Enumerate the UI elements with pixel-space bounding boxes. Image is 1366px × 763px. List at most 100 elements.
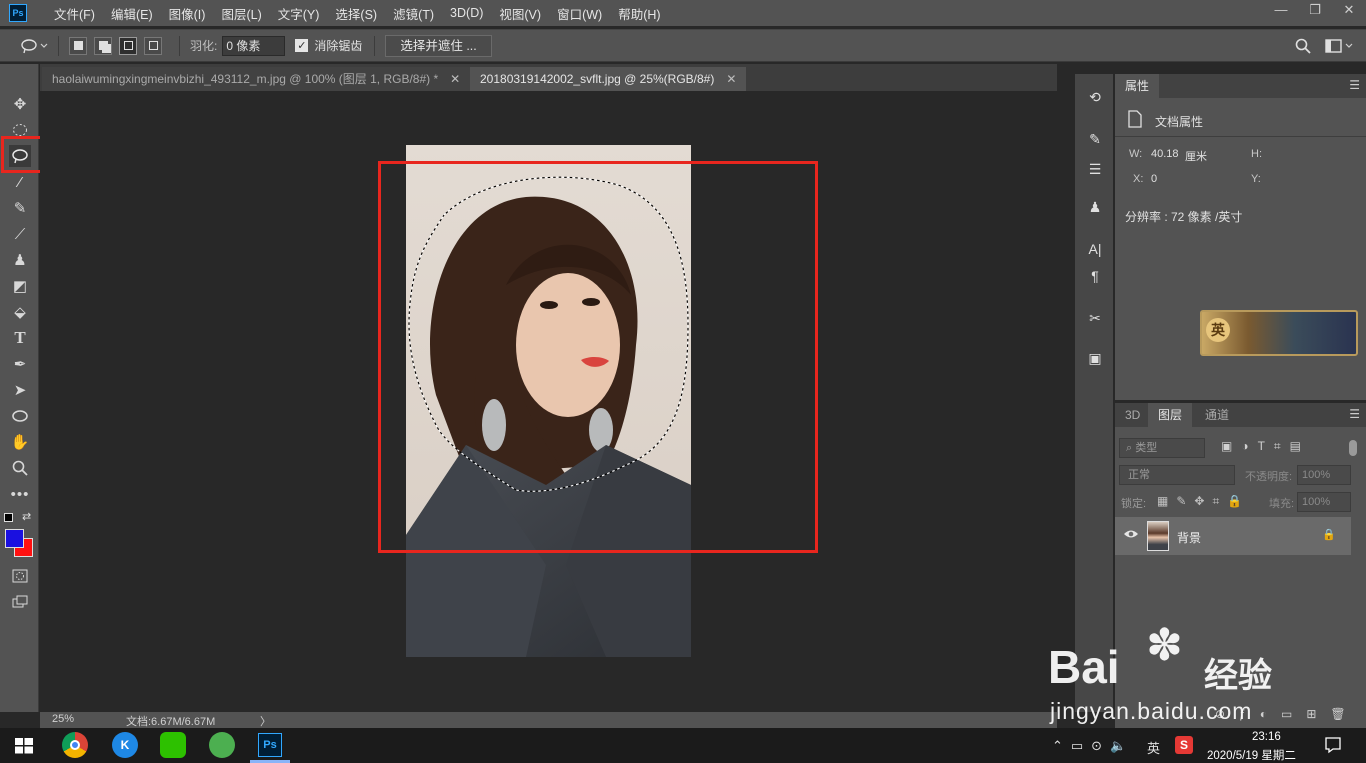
paragraph-icon[interactable]: ¶: [1086, 267, 1104, 285]
layer-row[interactable]: 背景 🔒: [1115, 517, 1351, 555]
menu-view[interactable]: 视图(V): [499, 4, 541, 23]
menu-file[interactable]: 文件(F): [54, 4, 95, 23]
new-selection-button[interactable]: [69, 36, 87, 55]
ellipse-tool-icon[interactable]: [9, 405, 31, 427]
character-icon[interactable]: A|: [1086, 240, 1104, 258]
fill-label: 填充:: [1269, 498, 1295, 510]
doc-size: 文档:6.67M/6.67M: [126, 716, 216, 728]
zoom-level[interactable]: 25%: [52, 713, 74, 725]
menu-layer[interactable]: 图层(L): [221, 4, 261, 23]
foreground-color-swatch[interactable]: [5, 529, 24, 548]
subtract-selection-button[interactable]: [119, 36, 137, 55]
menu-3d[interactable]: 3D(D): [450, 6, 483, 20]
x-label: X:: [1133, 173, 1144, 185]
paint-bucket-icon[interactable]: ⬙: [9, 301, 31, 323]
type-tool-icon[interactable]: T: [9, 327, 31, 349]
minimize-button[interactable]: —: [1264, 0, 1298, 22]
close-button[interactable]: ✕: [1332, 0, 1366, 22]
wechat-icon[interactable]: [160, 732, 186, 758]
screen-mode-icon[interactable]: [9, 591, 31, 613]
tab-close-icon[interactable]: ✕: [726, 72, 736, 86]
clock-date[interactable]: 2020/5/19 星期二: [1207, 747, 1296, 763]
baidu-watermark: Bai ✽ 经验 jingyan.baidu.com: [1048, 620, 1318, 730]
lasso-tool-highlight: [1, 136, 43, 173]
game-banner-overlay: 英: [1200, 310, 1358, 356]
opacity-input[interactable]: 100%: [1297, 465, 1351, 485]
intersect-selection-button[interactable]: [144, 36, 162, 55]
hand-tool-icon[interactable]: ✋: [9, 431, 31, 453]
tab-close-icon[interactable]: ✕: [450, 72, 460, 86]
antialias-checkbox[interactable]: ✓: [295, 39, 309, 52]
pen-tool-icon[interactable]: ✒: [9, 353, 31, 375]
quick-mask-icon[interactable]: [9, 565, 31, 587]
layer-name[interactable]: 背景: [1177, 529, 1201, 546]
width-value[interactable]: 40.18: [1151, 148, 1179, 160]
more-tools-icon[interactable]: •••: [9, 483, 31, 505]
menu-select[interactable]: 选择(S): [335, 4, 377, 23]
tab-channels[interactable]: 通道: [1195, 403, 1239, 427]
x-value[interactable]: 0: [1151, 173, 1157, 185]
add-selection-button[interactable]: [94, 36, 112, 55]
blend-mode-select[interactable]: 正常: [1119, 465, 1235, 485]
notification-icon[interactable]: [1324, 736, 1342, 757]
windows-start-icon[interactable]: [15, 738, 33, 757]
tab-properties[interactable]: 属性: [1115, 74, 1160, 98]
menu-type[interactable]: 文字(Y): [278, 4, 320, 23]
default-colors-icon[interactable]: [4, 513, 13, 522]
path-select-icon[interactable]: ➤: [9, 379, 31, 401]
layer-filter-select[interactable]: ⌕ 类型: [1119, 438, 1205, 458]
fill-input[interactable]: 100%: [1297, 492, 1351, 512]
filter-toggle[interactable]: [1349, 440, 1357, 456]
chrome-icon[interactable]: [62, 732, 88, 758]
history-icon[interactable]: ⟲: [1086, 88, 1104, 106]
visibility-eye-icon[interactable]: [1123, 528, 1139, 543]
kugou-icon[interactable]: K: [112, 732, 138, 758]
clone-source-icon[interactable]: ♟: [1086, 198, 1104, 216]
move-tool-icon[interactable]: ✥: [9, 93, 31, 115]
panel-icon-strip: ⟲ ✎ ☰ ♟ A| ¶ ✂ ▣: [1075, 74, 1113, 712]
menu-help[interactable]: 帮助(H): [618, 4, 660, 23]
magic-wand-icon[interactable]: ⁄: [9, 171, 31, 193]
tab-document-2[interactable]: 20180319142002_svflt.jpg @ 25%(RGB/8#) ✕: [470, 67, 747, 91]
tab-layers[interactable]: 图层: [1148, 403, 1193, 427]
menu-window[interactable]: 窗口(W): [557, 4, 602, 23]
panel-menu-icon[interactable]: ☰: [1349, 78, 1360, 92]
menu-image[interactable]: 图像(I): [169, 4, 206, 23]
zoom-tool-icon[interactable]: [9, 457, 31, 479]
menu-filter[interactable]: 滤镜(T): [393, 4, 434, 23]
lock-label: 锁定:: [1121, 498, 1147, 510]
brush-settings-icon[interactable]: ✎: [1086, 130, 1104, 148]
lasso-preset-icon[interactable]: [20, 38, 48, 54]
tray-icons[interactable]: ⌃▭⊙🔈: [1052, 738, 1134, 754]
sogou-icon[interactable]: S: [1175, 736, 1193, 754]
antialias-label: 消除锯齿: [314, 39, 363, 53]
stamp-icon[interactable]: ♟: [9, 249, 31, 271]
eraser-icon[interactable]: ◩: [9, 275, 31, 297]
canvas-area[interactable]: [40, 91, 1057, 712]
clock-time[interactable]: 23:16: [1252, 731, 1281, 743]
eyedropper-icon[interactable]: ✎: [9, 197, 31, 219]
photoshop-taskbar-icon[interactable]: Ps: [258, 733, 282, 757]
document-icon: [1127, 110, 1143, 131]
adjustments-icon[interactable]: ☰: [1086, 160, 1104, 178]
swap-colors-icon[interactable]: ⇄: [22, 510, 31, 523]
tab-document-1[interactable]: haolaiwumingxingmeinvbizhi_493112_m.jpg …: [42, 67, 471, 91]
navigator-icon[interactable]: ▣: [1086, 349, 1104, 367]
select-and-mask-button[interactable]: 选择并遮住 ...: [385, 34, 492, 57]
options-bar: 羽化: ✓ 消除锯齿 选择并遮住 ...: [0, 29, 1366, 62]
feather-input[interactable]: [222, 35, 286, 56]
lock-icons[interactable]: ▦✎✥⌗🔒: [1157, 494, 1250, 509]
document-tabs: haolaiwumingxingmeinvbizhi_493112_m.jpg …: [40, 64, 1057, 91]
panel-menu-icon[interactable]: ☰: [1349, 407, 1360, 421]
restore-button[interactable]: ❐: [1298, 0, 1332, 22]
workspace-icon[interactable]: [1325, 38, 1355, 57]
search-icon[interactable]: [1295, 38, 1311, 57]
ime-indicator[interactable]: 英: [1147, 738, 1160, 757]
filter-type-icons[interactable]: ▣◑T⌗▤: [1221, 439, 1310, 454]
browser-360-icon[interactable]: [209, 732, 235, 758]
tools-preset-icon[interactable]: ✂: [1086, 309, 1104, 327]
brush-icon[interactable]: ⟋: [9, 223, 31, 245]
menu-edit[interactable]: 编辑(E): [111, 4, 153, 23]
tab-3d[interactable]: 3D: [1115, 403, 1150, 427]
status-menu-arrow[interactable]: 〉: [260, 713, 271, 729]
